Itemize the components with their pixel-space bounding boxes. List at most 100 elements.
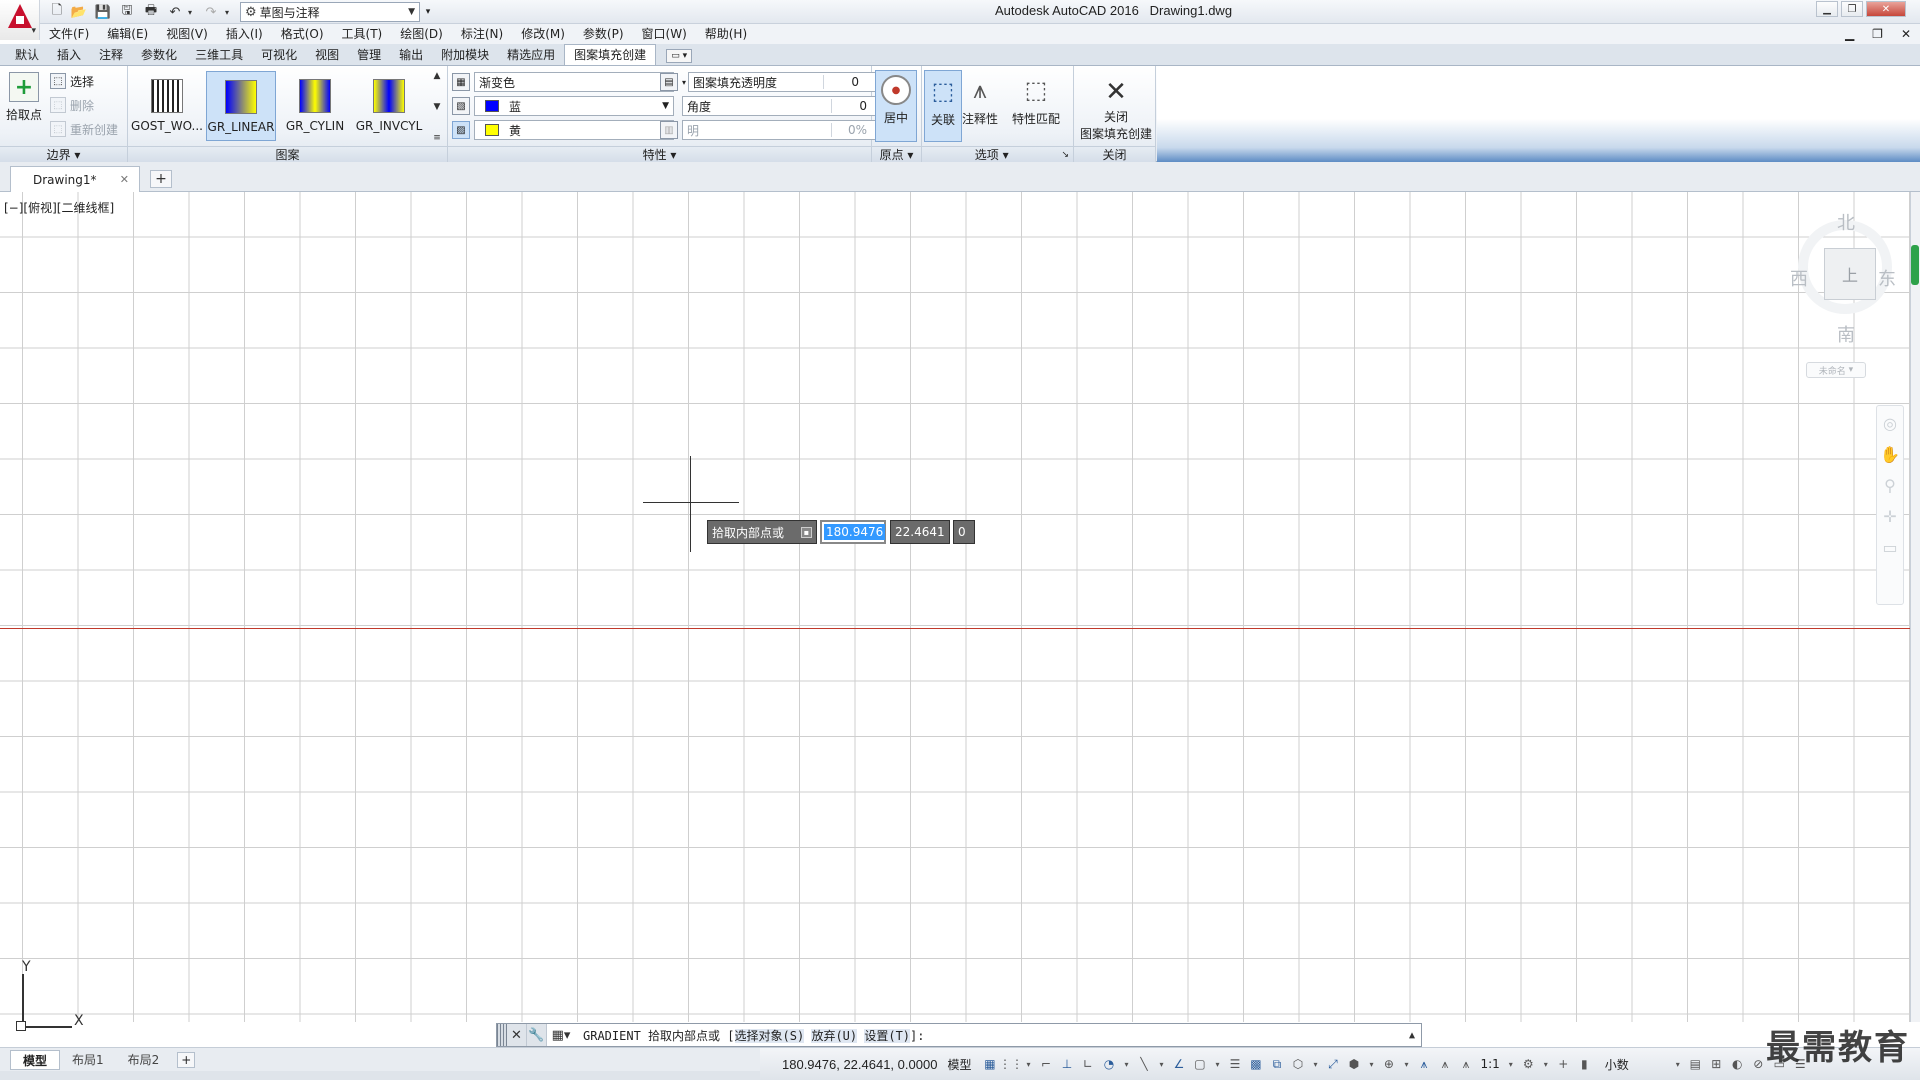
recent-commands-icon[interactable]: ▦▾	[547, 1024, 575, 1046]
menu-modify[interactable]: 修改(M)	[512, 24, 574, 44]
workspace-selector[interactable]: ⚙ 草图与注释 ▼	[240, 2, 420, 22]
restore-button[interactable]: ❐	[1841, 1, 1863, 17]
close-icon[interactable]: ✕	[507, 1024, 527, 1046]
recreate-boundary-button[interactable]: ⬚ 重新创建	[50, 120, 118, 138]
chevron-down-icon[interactable]: ▾	[1506, 1056, 1516, 1073]
tab-insert[interactable]: 插入	[48, 45, 90, 65]
command-history-icon[interactable]: ▲	[1409, 1030, 1415, 1041]
lock-ui-icon[interactable]: ⊞	[1708, 1056, 1725, 1073]
add-layout-button[interactable]: +	[177, 1051, 196, 1068]
dynamic-input-x-field[interactable]: 180.9476	[820, 520, 886, 544]
doc-minimize-icon[interactable]: ▁	[1836, 24, 1863, 44]
scrollbar-thumb[interactable]	[1911, 245, 1919, 285]
menu-window[interactable]: 窗口(W)	[633, 24, 696, 44]
isometric-drafting-icon[interactable]: ╲	[1135, 1056, 1152, 1073]
chevron-down-icon[interactable]: ▾	[1366, 1056, 1376, 1073]
tab-featured-apps[interactable]: 精选应用	[498, 45, 564, 65]
quick-properties-icon[interactable]: ▤	[1687, 1056, 1704, 1073]
layout-tab-layout2[interactable]: 布局2	[116, 1050, 172, 1070]
wrench-icon[interactable]: 🔧	[527, 1024, 547, 1046]
close-tab-icon[interactable]: ✕	[120, 173, 129, 186]
compass-west[interactable]: 西	[1790, 265, 1808, 291]
isolate-objects-icon[interactable]: ◐	[1729, 1056, 1746, 1073]
compass-north[interactable]: 北	[1837, 209, 1855, 235]
vertical-scrollbar[interactable]	[1910, 192, 1920, 1022]
wcs-menu[interactable]: 未命名 ▾	[1806, 362, 1866, 378]
selection-cycling-icon[interactable]: ⧉	[1268, 1056, 1285, 1073]
new-tab-button[interactable]: +	[150, 170, 172, 188]
units-icon[interactable]: ▮	[1576, 1056, 1593, 1073]
angle-slider[interactable]: 角度 0	[682, 96, 888, 116]
chevron-down-icon[interactable]: ▾	[1541, 1056, 1551, 1073]
options-panel-title[interactable]: 选项 ▾ ↘	[922, 146, 1073, 162]
chevron-down-icon[interactable]: ▾	[1212, 1056, 1222, 1073]
new-file-icon[interactable]: 🗋	[48, 3, 66, 21]
auto-scale-icon[interactable]: ⩚	[1436, 1056, 1453, 1073]
gradient-color1-combo[interactable]: 蓝 ▼	[474, 96, 674, 116]
ortho-icon[interactable]: ∟	[1079, 1056, 1096, 1073]
hatch-type-combo[interactable]: 渐变色▼	[474, 72, 674, 92]
workspace-switching-gear-icon[interactable]: ⚙	[1520, 1056, 1537, 1073]
doc-restore-icon[interactable]: ❐	[1863, 24, 1892, 44]
zoom-icon[interactable]: ⚲	[1884, 476, 1896, 495]
menu-parameter[interactable]: 参数(P)	[574, 24, 633, 44]
annotation-scale-icon[interactable]: ⩚	[1457, 1056, 1474, 1073]
gradient-color2-toggle-icon[interactable]: ▨	[452, 121, 470, 139]
redo-icon[interactable]: ↷	[202, 3, 220, 21]
transparency-icon[interactable]: ▤	[660, 73, 678, 91]
showmotion-icon[interactable]: ▭	[1882, 538, 1897, 557]
annotation-visibility-icon[interactable]: ⩚	[1415, 1056, 1432, 1073]
tab-manage[interactable]: 管理	[348, 45, 390, 65]
chevron-down-icon[interactable]: ▾	[1310, 1056, 1320, 1073]
customize-quick-access-button[interactable]: ▾	[421, 3, 435, 21]
grid-icon[interactable]: ▦	[981, 1056, 998, 1073]
command-option-select-objects[interactable]: 选择对象(S)	[734, 1028, 805, 1043]
print-icon[interactable]: 🖶	[142, 3, 160, 21]
transparency-slider[interactable]: 图案填充透明度 0	[688, 72, 881, 92]
annotation-scale-value[interactable]: 1:1	[1480, 1057, 1499, 1071]
menu-insert[interactable]: 插入(I)	[217, 24, 272, 44]
menu-edit[interactable]: 编辑(E)	[98, 24, 157, 44]
gradient-color2-combo[interactable]: 黄▼	[474, 120, 674, 140]
compass-east[interactable]: 东	[1878, 265, 1896, 291]
save-as-icon[interactable]: 🖫	[118, 3, 136, 21]
tab-hatch-creation[interactable]: 图案填充创建	[564, 44, 657, 65]
snap-icon[interactable]: ⋮⋮	[999, 1056, 1023, 1073]
origin-panel-title[interactable]: 原点 ▾	[872, 146, 921, 162]
hardware-acceleration-icon[interactable]: ⊘	[1750, 1056, 1767, 1073]
units-value[interactable]: 小数	[1605, 1056, 1629, 1073]
scroll-up-icon[interactable]: ▲	[434, 71, 441, 81]
redo-dropdown-icon[interactable]: ▾	[222, 3, 232, 21]
pick-points-button[interactable]: + 拾取点	[6, 72, 42, 123]
boundary-panel-title[interactable]: 边界 ▾	[0, 146, 127, 162]
dialog-launcher-icon[interactable]: ↘	[1061, 147, 1069, 163]
match-properties-button[interactable]: ⬚ 特性匹配	[1006, 70, 1066, 142]
associative-button[interactable]: ⬚ 关联	[924, 70, 962, 142]
open-file-icon[interactable]: 📂	[70, 3, 88, 21]
menu-file[interactable]: 文件(F)	[40, 24, 98, 44]
tab-visualize[interactable]: 可视化	[252, 45, 306, 65]
minimize-button[interactable]: ▁	[1816, 1, 1838, 17]
properties-panel-title[interactable]: 特性 ▾	[448, 146, 871, 162]
pattern-swatch-gr-invcyl[interactable]: GR_INVCYL	[354, 71, 424, 141]
center-origin-button[interactable]: ● 居中	[875, 70, 917, 142]
options-toggle-icon[interactable]: ▪	[801, 526, 812, 538]
selection-filter-icon[interactable]: ⬢	[1345, 1056, 1362, 1073]
tab-output[interactable]: 输出	[390, 45, 432, 65]
tab-annotate[interactable]: 注释	[90, 45, 132, 65]
model-space-button[interactable]: 模型	[947, 1056, 971, 1073]
infer-constraints-icon[interactable]: ⌐	[1037, 1056, 1054, 1073]
orbit-icon[interactable]: ✛	[1883, 507, 1896, 526]
menu-help[interactable]: 帮助(H)	[696, 24, 756, 44]
gallery-expand-icon[interactable]: ≡	[433, 133, 441, 143]
pan-icon[interactable]: ✋	[1880, 445, 1900, 464]
ribbon-minimize-button[interactable]: ▭ ▾	[666, 49, 693, 63]
drawing-canvas[interactable]	[0, 192, 1910, 1022]
transparency-value[interactable]: 0	[823, 75, 879, 89]
pattern-swatch-gost-wood[interactable]: GOST_WO...	[131, 71, 203, 141]
menu-view[interactable]: 视图(V)	[157, 24, 217, 44]
tab-3d-tools[interactable]: 三维工具	[186, 45, 252, 65]
lineweight-icon[interactable]: ☰	[1226, 1056, 1243, 1073]
3d-object-snap-icon[interactable]: ⬡	[1289, 1056, 1306, 1073]
select-objects-button[interactable]: ⬚ 选择	[50, 72, 94, 90]
